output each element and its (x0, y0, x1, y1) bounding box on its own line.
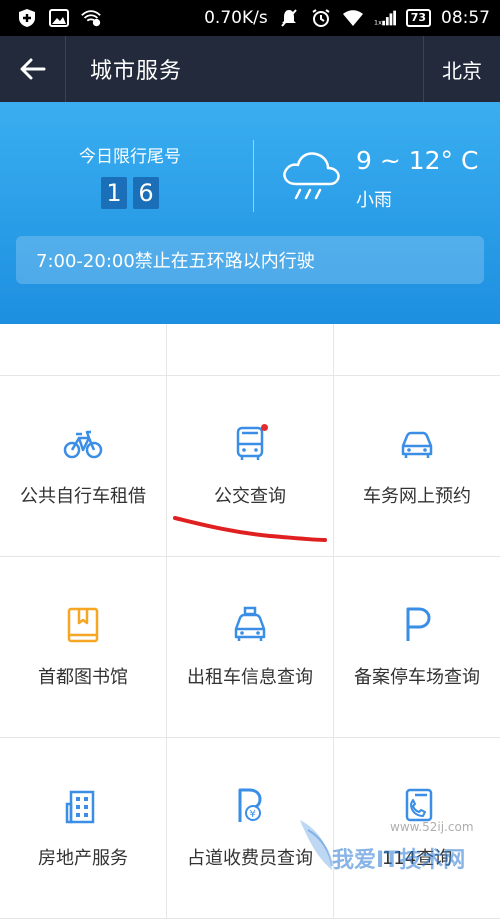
info-banner: 今日限行尾号 1 6 9 ~ 12° C 小雨 7:00-20:00禁止在五环路… (0, 102, 500, 324)
back-button[interactable] (0, 36, 66, 102)
traffic-limit-panel: 今日限行尾号 1 6 (60, 142, 200, 209)
clock: 08:57 (441, 8, 490, 28)
service-taxi-query[interactable]: 出租车信息查询 (167, 557, 334, 737)
bicycle-icon (63, 424, 103, 464)
service-real-estate[interactable]: 房地产服务 (0, 738, 167, 918)
service-label: 出租车信息查询 (187, 667, 313, 688)
banner-divider (253, 140, 254, 212)
service-label: 房地产服务 (38, 848, 128, 869)
service-label: 公交查询 (214, 486, 286, 507)
traffic-limit-label: 今日限行尾号 (79, 147, 181, 167)
service-label: 占道收费员查询 (187, 848, 313, 869)
empty-cell (334, 324, 500, 375)
parking-fee-icon: ¥ (230, 786, 270, 826)
grid-row (0, 324, 500, 376)
service-label: 车务网上预约 (363, 486, 471, 507)
temperature: 9 ~ 12° C (356, 146, 479, 175)
rain-cloud-icon (278, 146, 344, 210)
mute-icon (278, 7, 300, 29)
service-114-query[interactable]: 114查询 (334, 738, 500, 918)
limit-digits: 1 6 (60, 177, 200, 209)
service-car-appointment[interactable]: 车务网上预约 (334, 376, 500, 556)
city-selector[interactable]: 北京 (423, 36, 500, 102)
red-underline-annotation (170, 510, 330, 554)
traffic-notice[interactable]: 7:00-20:00禁止在五环路以内行驶 (16, 236, 484, 284)
wifi-settings-icon (80, 7, 102, 29)
wifi-icon (342, 7, 364, 29)
new-badge (261, 424, 268, 431)
phone-icon (397, 786, 437, 826)
battery-indicator: 73 (405, 9, 431, 27)
empty-cell (0, 324, 167, 375)
service-library[interactable]: 首都图书馆 (0, 557, 167, 737)
network-speed: 0.70K/s (204, 8, 268, 28)
limit-digit: 6 (133, 177, 159, 209)
service-parking-fee-query[interactable]: ¥ 占道收费员查询 (167, 738, 334, 918)
arrow-left-icon (20, 58, 45, 80)
svg-text:1x: 1x (374, 18, 382, 26)
alarm-icon (310, 7, 332, 29)
svg-text:¥: ¥ (250, 809, 256, 820)
shield-icon (16, 7, 38, 29)
status-bar: 0.70K/s 1x 73 08:57 (0, 0, 500, 36)
service-label: 公共自行车租借 (20, 486, 146, 507)
signal-icon: 1x (374, 7, 396, 29)
parking-icon (397, 605, 437, 645)
service-parking-query[interactable]: 备案停车场查询 (334, 557, 500, 737)
car-icon (397, 424, 437, 464)
book-icon (63, 605, 103, 645)
service-label: 备案停车场查询 (354, 667, 480, 688)
bus-icon (230, 424, 270, 464)
service-label: 首都图书馆 (38, 667, 128, 688)
page-title: 城市服务 (90, 59, 183, 84)
title-bar: 城市服务 北京 (0, 36, 500, 102)
services-grid: 公共自行车租借 公交查询 车务网上预约 首都图书馆 出租车信息查询 备案停车场查… (0, 324, 500, 919)
taxi-icon (230, 605, 270, 645)
limit-digit: 1 (101, 177, 127, 209)
grid-row: 房地产服务 ¥ 占道收费员查询 114查询 (0, 738, 500, 919)
service-label: 114查询 (381, 848, 453, 869)
service-bike-rental[interactable]: 公共自行车租借 (0, 376, 167, 556)
grid-row: 首都图书馆 出租车信息查询 备案停车场查询 (0, 557, 500, 738)
building-icon (63, 786, 103, 826)
empty-cell (167, 324, 334, 375)
weather-condition: 小雨 (356, 190, 392, 211)
image-icon (48, 7, 70, 29)
